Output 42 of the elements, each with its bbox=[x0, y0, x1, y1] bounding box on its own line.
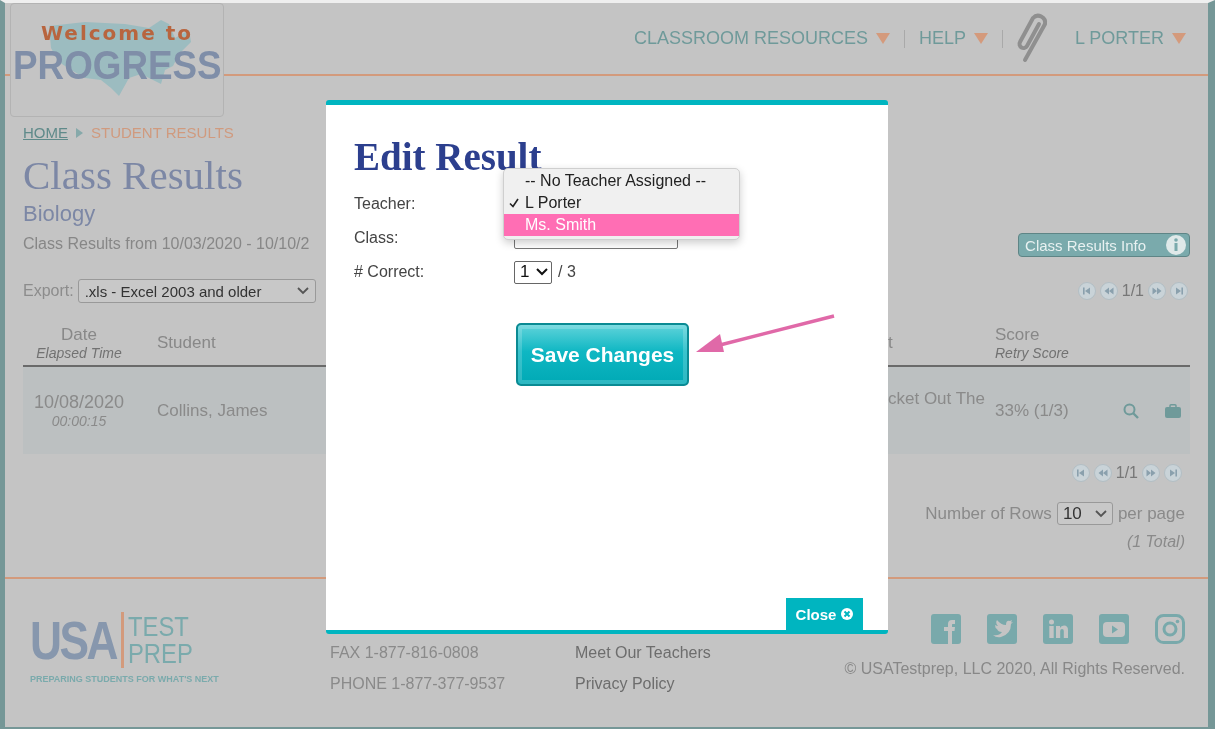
nav-menu[interactable]: CLASSROOM RESOURCES bbox=[633, 28, 890, 49]
export-select[interactable]: .xls - Excel 2003 and older bbox=[77, 279, 316, 303]
breadcrumb-current: STUDENT RESULTS bbox=[91, 124, 234, 141]
field-label: # Correct: bbox=[354, 263, 426, 281]
nav-menu[interactable]: HELP bbox=[918, 28, 988, 49]
page-count: 1/1 bbox=[1115, 464, 1138, 482]
class-name: Biology bbox=[23, 201, 96, 227]
dropdown-option[interactable]: L Porter bbox=[504, 192, 739, 214]
export-label: Export: bbox=[23, 282, 74, 300]
logo-tagline: Welcome to bbox=[41, 21, 193, 45]
column-header[interactable]: t bbox=[888, 333, 985, 353]
logo-tagline: PREPARING STUDENTS FOR WHAT'S NEXT bbox=[30, 674, 220, 684]
page-title: Class Results bbox=[23, 153, 243, 197]
dropdown-option[interactable]: Ms. Smith bbox=[504, 214, 739, 236]
column-header[interactable]: Date bbox=[23, 325, 135, 345]
save-button[interactable]: Save Changes bbox=[516, 323, 689, 386]
total-questions: / 3 bbox=[558, 263, 576, 281]
logo-wordmark: PREP bbox=[128, 640, 193, 667]
breadcrumb-link[interactable]: HOME bbox=[23, 124, 68, 141]
column-header[interactable]: Score bbox=[995, 325, 1110, 345]
field-label: Class: bbox=[354, 229, 400, 247]
contact-text: FAX 1-877-816-0808 bbox=[330, 643, 480, 663]
contact-text: PHONE 1-877-377-9537 bbox=[330, 674, 507, 694]
count-select[interactable]: 1 bbox=[514, 260, 552, 284]
page-count: 1/1 bbox=[1121, 282, 1144, 300]
copyright-text: © USATestprep, LLC 2020, All Rights Reserved. bbox=[844, 660, 1185, 678]
rows-label: Number of Rows bbox=[925, 503, 1052, 524]
rows-suffix: per page bbox=[1117, 503, 1185, 524]
total-count: (1 Total) bbox=[1126, 533, 1185, 551]
field-label: Teacher: bbox=[354, 195, 417, 213]
date-range-text: Class Results from 10/03/2020 - 10/10/2 bbox=[23, 235, 310, 253]
column-subheader: Retry Score bbox=[995, 345, 1070, 361]
logo-wordmark: PROGRESS bbox=[12, 45, 222, 85]
user-menu[interactable]: L PORTER bbox=[1074, 28, 1186, 49]
column-subheader: Elapsed Time bbox=[35, 345, 123, 361]
info-button[interactable]: Class Results Info bbox=[1018, 233, 1190, 257]
logo-wordmark: TEST bbox=[128, 613, 190, 640]
rows-select[interactable]: 10 bbox=[1056, 502, 1113, 525]
footer-link[interactable]: Privacy Policy bbox=[575, 668, 711, 699]
close-button[interactable]: Close bbox=[786, 598, 863, 630]
footer-link[interactable]: Meet Our Teachers bbox=[575, 637, 711, 668]
logo-wordmark: USA bbox=[30, 614, 117, 666]
